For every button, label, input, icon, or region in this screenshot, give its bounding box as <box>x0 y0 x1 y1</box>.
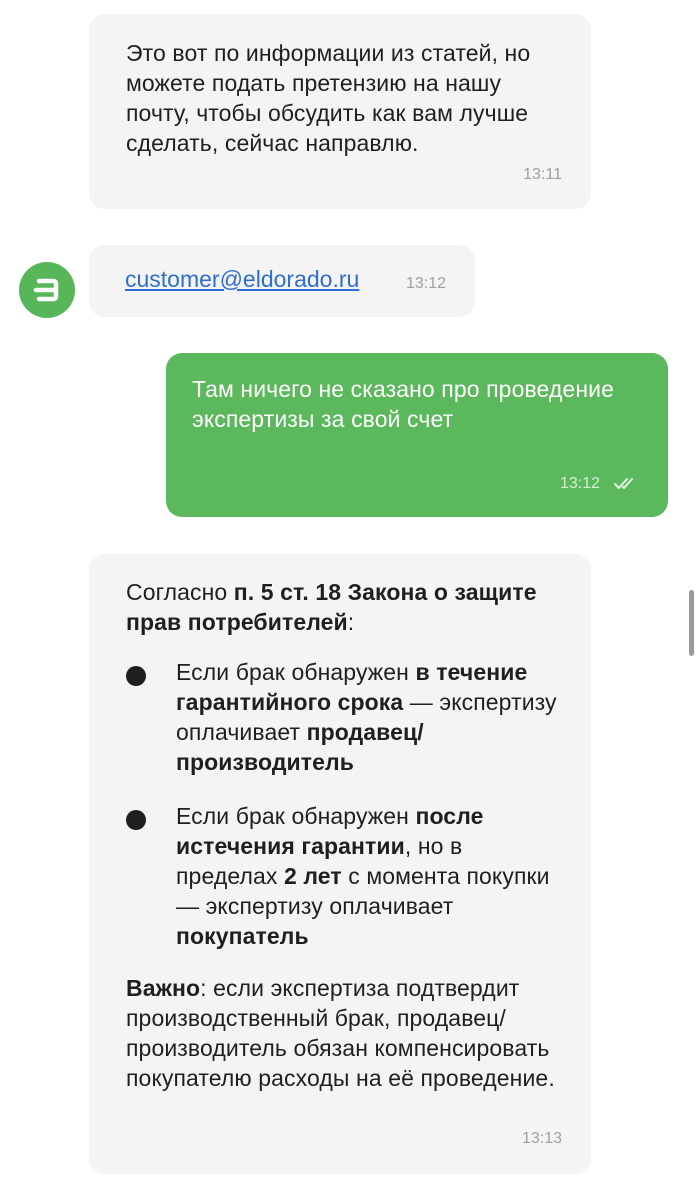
message-bubble-incoming[interactable]: Согласно п. 5 ст. 18 Закона о защите пра… <box>89 554 591 1174</box>
list-item: Если брак обнаружен в течение гарантийно… <box>126 657 561 777</box>
scrollbar-thumb[interactable] <box>689 590 694 656</box>
message-text: Там ничего не сказано про проведение экс… <box>192 376 614 432</box>
message-bubble-outgoing[interactable]: Там ничего не сказано про проведение экс… <box>166 353 668 517</box>
message-text: Это вот по информации из статей, но може… <box>126 40 531 156</box>
message-time: 13:12 <box>560 475 601 492</box>
email-link[interactable]: customer@eldorado.ru <box>125 266 359 292</box>
message-bubble-incoming[interactable]: customer@eldorado.ru 13:12 <box>89 245 475 317</box>
message-bubble-incoming[interactable]: Это вот по информации из статей, но може… <box>89 14 591 209</box>
message-time: 13:11 <box>523 166 562 183</box>
eldorado-logo-icon[interactable] <box>19 262 75 318</box>
message-time: 13:13 <box>521 1130 562 1147</box>
message-note: Важно: если экспертиза подтвердит произв… <box>126 975 555 1091</box>
message-bullet-list: Если брак обнаружен в течение гарантийно… <box>126 657 561 951</box>
message-intro: Согласно п. 5 ст. 18 Закона о защите пра… <box>126 579 537 635</box>
bullet-icon <box>126 810 146 830</box>
bullet-icon <box>126 666 146 686</box>
list-item: Если брак обнаружен после истечения гара… <box>126 801 561 951</box>
double-check-icon <box>614 477 640 496</box>
message-time: 13:12 <box>406 275 447 292</box>
